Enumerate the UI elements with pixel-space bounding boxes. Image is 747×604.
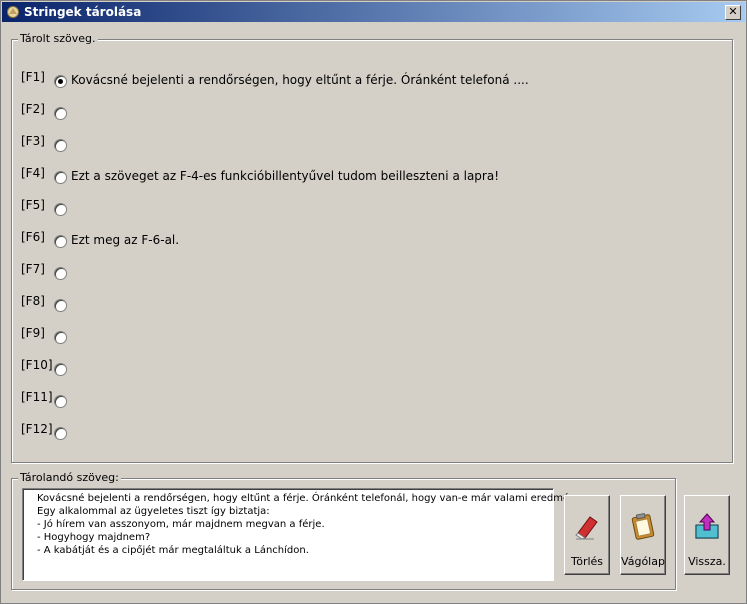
slot-key-label: [F11] <box>21 390 53 404</box>
slot-row: [F6] Ezt meg az F-6-al. <box>21 230 721 250</box>
title-bar[interactable]: Stringek tárolása ✕ <box>2 2 745 22</box>
stored-text-legend: Tárolt szöveg. <box>18 32 98 45</box>
slot-radio[interactable] <box>54 107 67 120</box>
slot-radio[interactable] <box>54 203 67 216</box>
export-arrow-icon <box>695 513 719 539</box>
stored-text-group: Tárolt szöveg. [F1] Kovácsné bejelenti a … <box>11 32 733 463</box>
slot-row: [F8] <box>21 294 721 314</box>
memo-line: Kovácsné bejelenti a rendőrségen, hogy e… <box>37 493 584 504</box>
slot-row: [F1] Kovácsné bejelenti a rendőrségen, ho… <box>21 70 721 90</box>
window-title: Stringek tárolása <box>24 5 142 19</box>
clipboard-icon <box>631 512 655 540</box>
clipboard-button[interactable]: Vágólap <box>620 495 666 575</box>
memo-line: - Hogyhogy majdnem? <box>37 532 151 543</box>
slot-key-label: [F8] <box>21 294 45 308</box>
delete-button-label: Törlés <box>570 555 604 568</box>
slot-radio[interactable] <box>54 267 67 280</box>
slot-row: [F2] <box>21 102 721 122</box>
slot-text: Ezt a szöveget az F-4-es funkcióbillenty… <box>71 169 500 183</box>
slot-radio[interactable] <box>54 139 67 152</box>
text-to-store-memo[interactable]: Kovácsné bejelenti a rendőrségen, hogy e… <box>22 488 583 581</box>
memo-line: - Jó hírem van asszonyom, már majdnem me… <box>37 519 325 530</box>
back-button[interactable]: Vissza. <box>684 495 730 575</box>
slot-row: [F7] <box>21 262 721 282</box>
slot-radio[interactable] <box>54 299 67 312</box>
slot-key-label: [F3] <box>21 134 45 148</box>
slot-row: [F3] <box>21 134 721 154</box>
delete-button[interactable]: Törlés <box>564 495 610 575</box>
slot-key-label: [F5] <box>21 198 45 212</box>
slot-key-label: [F2] <box>21 102 45 116</box>
slot-text: Ezt meg az F-6-al. <box>71 233 180 247</box>
slot-key-label: [F1] <box>21 70 45 84</box>
slot-key-label: [F4] <box>21 166 45 180</box>
memo-line: Egy alkalommal az ügyeletes tiszt így bi… <box>37 506 270 517</box>
memo-line: - A kabátját és a cipőjét már megtaláltu… <box>37 545 309 556</box>
slot-row: [F10] <box>21 358 721 378</box>
slot-key-label: [F7] <box>21 262 45 276</box>
slot-row: [F9] <box>21 326 721 346</box>
slot-radio[interactable] <box>54 331 67 344</box>
clipboard-button-label: Vágólap <box>621 555 665 568</box>
close-button[interactable]: ✕ <box>725 5 741 20</box>
slot-key-label: [F12] <box>21 422 53 436</box>
slot-radio[interactable] <box>54 171 67 184</box>
main-window: Stringek tárolása ✕ Tárolt szöveg. [F1] K… <box>0 0 747 604</box>
slot-key-label: [F9] <box>21 326 45 340</box>
slot-key-label: [F6] <box>21 230 45 244</box>
back-button-label: Vissza. <box>688 555 726 568</box>
eraser-icon <box>575 516 598 540</box>
slot-row: [F11] <box>21 390 721 410</box>
slot-radio[interactable] <box>54 75 67 88</box>
slot-key-label: [F10] <box>21 358 53 372</box>
slot-row: [F12] <box>21 422 721 442</box>
app-icon <box>7 6 19 18</box>
slot-radio[interactable] <box>54 235 67 248</box>
slot-row: [F5] <box>21 198 721 218</box>
slot-text: Kovácsné bejelenti a rendőrségen, hogy e… <box>71 73 529 87</box>
slot-radio[interactable] <box>54 363 67 376</box>
slot-row: [F4] Ezt a szöveget az F-4-es funkcióbill… <box>21 166 721 186</box>
slot-radio[interactable] <box>54 427 67 440</box>
slot-radio[interactable] <box>54 395 67 408</box>
text-to-store-legend: Tárolandó szöveg: <box>18 471 121 484</box>
